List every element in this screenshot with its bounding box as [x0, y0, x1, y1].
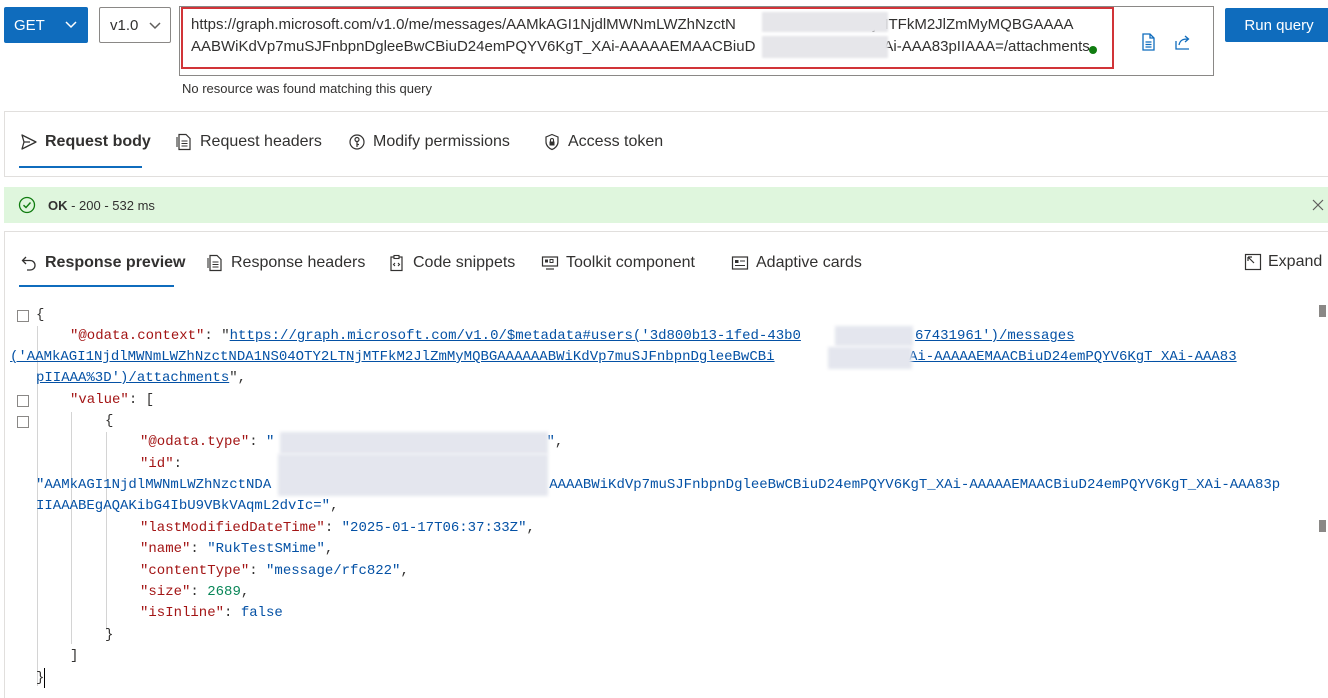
- tab-access-token[interactable]: Access token: [543, 130, 663, 154]
- tab-label: Response headers: [231, 254, 366, 271]
- tab-toolkit-component[interactable]: Toolkit component: [541, 251, 695, 275]
- url-highlight-box: [181, 7, 1114, 69]
- run-query-button[interactable]: Run query: [1225, 8, 1328, 42]
- tab-label: Adaptive cards: [756, 254, 862, 271]
- tab-label: Request body: [45, 133, 151, 150]
- query-message: No resource was found matching this quer…: [182, 81, 433, 96]
- component-icon: [541, 256, 559, 270]
- tab-request-body[interactable]: Request body: [20, 130, 151, 154]
- status-message-bar: OK - 200 - 532 ms: [4, 187, 1328, 223]
- response-panel: [4, 231, 1328, 698]
- undo-icon: [21, 256, 36, 271]
- tab-request-headers[interactable]: Request headers: [175, 130, 322, 154]
- version-label: v1.0: [110, 16, 139, 34]
- expand-label: Expand: [1268, 253, 1323, 270]
- tab-label: Request headers: [200, 133, 322, 150]
- expand-button[interactable]: Expand: [1244, 253, 1322, 271]
- tab-code-snippets[interactable]: Code snippets: [388, 251, 515, 275]
- tab-label: Toolkit component: [566, 254, 695, 271]
- active-tab-indicator: [19, 285, 174, 287]
- close-icon[interactable]: [1310, 197, 1326, 213]
- clipboard-icon: [390, 254, 403, 272]
- tab-response-headers[interactable]: Response headers: [206, 251, 365, 275]
- tab-response-preview[interactable]: Response preview: [20, 251, 186, 275]
- tab-adaptive-cards[interactable]: Adaptive cards: [731, 251, 862, 275]
- status-ok: OK: [48, 198, 68, 213]
- chevron-down-icon: [148, 18, 162, 32]
- document-icon: [176, 133, 191, 151]
- document-icon[interactable]: [1138, 32, 1158, 52]
- tab-label: Access token: [568, 133, 664, 150]
- share-icon[interactable]: [1173, 32, 1193, 52]
- shield-lock-icon: [545, 133, 559, 151]
- expand-icon: [1244, 253, 1262, 271]
- chevron-down-icon: [64, 17, 78, 31]
- http-method-label: GET: [14, 16, 45, 34]
- status-dot: [1089, 46, 1097, 54]
- version-dropdown[interactable]: v1.0: [99, 7, 171, 43]
- send-icon: [21, 134, 37, 150]
- status-text: OK - 200 - 532 ms: [48, 198, 155, 213]
- tab-label: Code snippets: [413, 254, 516, 271]
- lock-key-icon: [349, 134, 365, 150]
- status-detail: - 200 - 532 ms: [67, 198, 155, 213]
- tab-label: Modify permissions: [373, 133, 510, 150]
- http-method-dropdown[interactable]: GET: [4, 7, 88, 43]
- active-tab-indicator: [19, 166, 142, 168]
- tab-label: Response preview: [45, 254, 186, 271]
- document-icon: [207, 254, 222, 272]
- check-circle-icon: [18, 196, 36, 214]
- tab-modify-permissions[interactable]: Modify permissions: [348, 130, 510, 154]
- card-icon: [731, 256, 749, 270]
